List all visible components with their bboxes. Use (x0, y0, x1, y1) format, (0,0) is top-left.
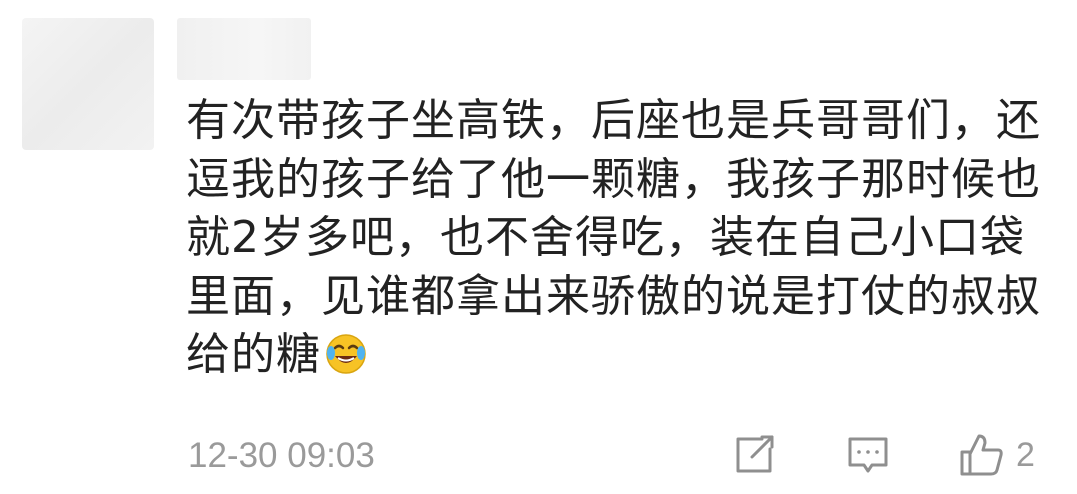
comment-line-last: 给的糖 (186, 326, 1056, 385)
comment-line: 有次带孩子坐高铁，后座也是兵哥哥们，还 (186, 95, 1041, 146)
avatar[interactable] (22, 18, 154, 150)
timestamp: 12-30 09:03 (188, 436, 375, 475)
comment-icon (846, 433, 890, 477)
like-button[interactable]: 2 (958, 430, 1035, 480)
share-icon (732, 433, 776, 477)
comment-line: 就2岁多吧，也不舍得吃，装在自己小口袋 (186, 212, 1025, 263)
comment-line: 给的糖 (186, 329, 321, 380)
share-button[interactable] (732, 430, 776, 480)
laughing-crying-emoji-icon (324, 332, 368, 376)
comment-line: 里面，见谁都拿出来骄傲的说是打仗的叔叔 (186, 270, 1041, 322)
like-count: 2 (1016, 436, 1035, 474)
thumbs-up-icon (958, 432, 1006, 478)
comment-text: 有次带孩子坐高铁，后座也是兵哥哥们，还 逗我的孩子给了他一颗糖，我孩子那时候也 … (186, 92, 1056, 385)
comment-line: 逗我的孩子给了他一颗糖，我孩子那时候也 (186, 153, 1041, 205)
username-placeholder[interactable] (177, 18, 311, 80)
reply-button[interactable] (846, 430, 890, 480)
